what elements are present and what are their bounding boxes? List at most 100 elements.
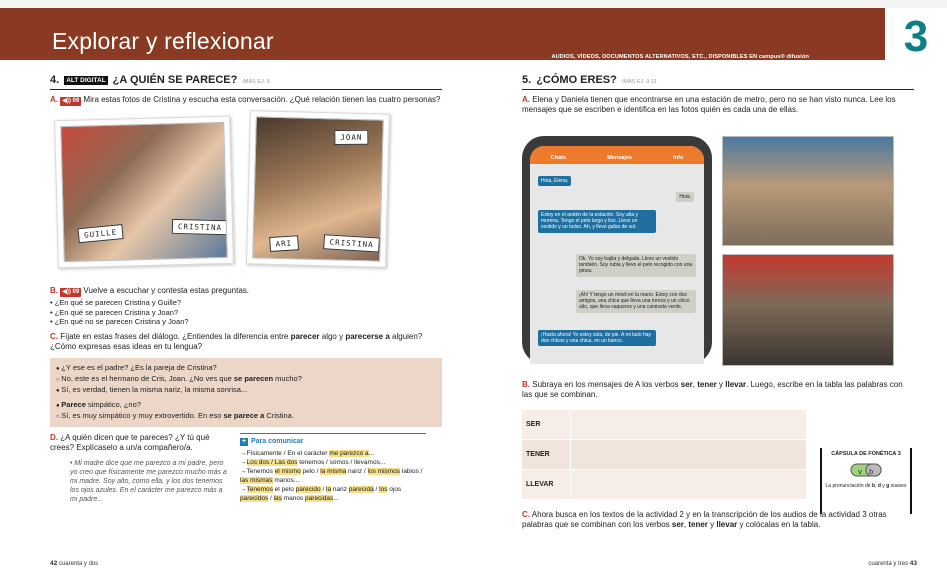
audio-track-button[interactable]: ◀)) 09	[60, 288, 82, 297]
section-title: ¿A QUIÉN SE PARECE?	[112, 74, 238, 86]
tab-chats[interactable]: Chats	[551, 155, 566, 161]
section-4: 4. ALT DIGITAL ¿A QUIÉN SE PARECE? /MÁS …	[50, 74, 442, 504]
dialogue-line: ¿Y ese es el padre? ¿Es la pareja de Cri…	[56, 363, 436, 374]
list-item: ¿En qué se parecen Cristina y Guille?	[50, 298, 442, 308]
capsule-pill-icon: v b	[849, 459, 883, 481]
chat-bubble-received: Ok. Yo soy bajita y delgada. Llevo un ve…	[576, 254, 696, 277]
dialogue-box: ¿Y ese es el padre? ¿Es la pareja de Cri…	[50, 357, 442, 427]
section-4-heading: 4. ALT DIGITAL ¿A QUIÉN SE PARECE? /MÁS …	[50, 74, 442, 90]
svg-text:v: v	[858, 468, 862, 476]
phrase-item: Físicamente / En el carácter me parezco …	[240, 449, 426, 458]
dialogue-line: No, este es el hermano de Cris, Joan. ¿N…	[56, 374, 436, 385]
photo-metro-station-2	[722, 254, 894, 366]
page-number: 43	[909, 560, 917, 567]
section-title: ¿CÓMO ERES?	[536, 74, 617, 86]
tab-info[interactable]: Info	[673, 155, 683, 161]
activity-label: B.	[50, 286, 58, 295]
audio-track-button[interactable]: ◀)) 09	[60, 97, 82, 106]
section-5-heading: 5. ¿CÓMO ERES? /MÁS EJ. 9-11	[522, 74, 914, 90]
row-label: TENER	[526, 451, 550, 458]
para-comunicar-box: +Para comunicar Físicamente / En el cará…	[240, 432, 426, 504]
name-tag-joan: JOAN	[334, 129, 369, 146]
activity-text: Mira estas fotos de Cristina y escucha e…	[83, 95, 441, 104]
name-tag-cristina: CRISTINA	[171, 218, 228, 236]
capsule-title: CÁPSULA DE FONÉTICA 3	[831, 451, 901, 457]
page-number: 42	[50, 560, 58, 567]
plus-icon: +	[240, 437, 248, 446]
family-photos: GUILLE CRISTINA JOAN ARI CRISTINA	[50, 110, 442, 284]
chat-bubble-sent: Hola, Elena.	[538, 176, 572, 187]
activity-label: C.	[50, 331, 58, 341]
activity-label: B.	[522, 380, 530, 389]
answer-cell[interactable]	[570, 410, 806, 439]
activity-4a: A. ◀)) 09 Mira estas fotos de Cristina y…	[50, 95, 442, 106]
phrase-item: Tenemos el pelo parecido / la nariz pare…	[240, 485, 426, 503]
dialogue-line: Parece simpático, ¿no?	[56, 400, 436, 411]
chat-tab-bar: Chats Mensajes Info	[530, 146, 704, 164]
list-item: ¿En qué se parecen Cristina y Joan?	[50, 308, 442, 318]
sample-answer: Mi madre dice que me parezco a mi padre,…	[50, 459, 230, 504]
table-row: TENER	[522, 440, 806, 470]
activity-label: D.	[50, 432, 58, 442]
phone-mockup: Chats Mensajes Info Hola, Elena. Hola. E…	[522, 136, 712, 364]
answer-cell[interactable]	[570, 470, 806, 499]
page-number-words: cuarenta y tres	[868, 561, 909, 567]
exercise-ref: /MÁS EJ. 8	[242, 79, 270, 85]
alt-digital-badge: ALT DIGITAL	[64, 76, 108, 85]
exercise-ref: /MÁS EJ. 9-11	[621, 79, 657, 85]
name-tag-ari: ARI	[269, 235, 299, 252]
activity-label: A.	[522, 95, 530, 104]
name-tag-guille: GUILLE	[77, 224, 124, 244]
activity-4d-row: D. ¿A quién dicen que te pareces? ¿Y tú …	[50, 432, 442, 504]
activity-text: algo y	[319, 331, 346, 341]
question-list: ¿En qué se parecen Cristina y Guille? ¿E…	[50, 298, 442, 327]
keyword: parecerse a	[345, 331, 390, 341]
activity-4d: D. ¿A quién dicen que te pareces? ¿Y tú …	[50, 433, 230, 504]
activity-text: Vuelve a escuchar y contesta estas pregu…	[83, 286, 249, 295]
row-label: SER	[526, 421, 541, 428]
section-5: 5. ¿CÓMO ERES? /MÁS EJ. 9-11 A. Elena y …	[522, 74, 914, 544]
phrase-item: Tenemos el mismo pelo / la misma nariz /…	[240, 467, 426, 485]
unit-number: 3	[903, 12, 929, 61]
footer-left: 42 cuarenta y dos	[50, 560, 98, 567]
chat-bubble-received: ¡Ah! Y tengo un móvil en la mano. Estoy …	[576, 290, 696, 313]
answer-cell[interactable]	[570, 440, 806, 469]
chat-bubble-sent: Estoy en el andén de la estación. Soy al…	[538, 210, 656, 233]
tab-mensajes[interactable]: Mensajes	[607, 155, 632, 161]
keyword: parecer	[290, 331, 320, 341]
phonetics-capsule[interactable]: CÁPSULA DE FONÉTICA 3 v b La pronunciaci…	[820, 448, 912, 514]
chat-bubble-received: Hola.	[676, 192, 694, 203]
table-row: LLEVAR	[522, 470, 806, 500]
row-label: LLEVAR	[526, 481, 554, 488]
activity-5c: C. Ahora busca en los textos de la activ…	[522, 510, 887, 529]
phone-screen: Chats Mensajes Info Hola, Elena. Hola. E…	[530, 146, 704, 364]
top-strip	[0, 0, 947, 8]
table-row: SER	[522, 410, 806, 440]
activity-label: C.	[522, 510, 530, 519]
verb-table: SER TENER LLEVAR	[522, 410, 806, 500]
page-number-words: cuarenta y dos	[58, 561, 99, 567]
footer-right: cuarenta y tres 43	[868, 560, 917, 567]
photo-metro-station-1	[722, 136, 894, 246]
capsule-subtitle: La pronunciación de b, d y g suaves	[825, 483, 907, 489]
section-number: 4.	[50, 74, 60, 86]
activity-4b: B. ◀)) 09 Vuelve a escuchar y contesta e…	[50, 286, 442, 297]
dialogue-line: Sí, es verdad, tienen la misma nariz, la…	[56, 385, 436, 396]
list-item: ¿En qué no se parecen Cristina y Joan?	[50, 317, 442, 327]
header-band: Explorar y reflexionar AUDIOS, VÍDEOS, D…	[0, 8, 885, 60]
photo-cristina-guille: GUILLE CRISTINA	[54, 115, 234, 269]
photo-joan-ari-cristina: JOAN ARI CRISTINA	[246, 110, 390, 268]
activity-5a: A. Elena y Daniela tienen que encontrars…	[522, 95, 914, 115]
activity-text: Fíjate en estas frases del diálogo. ¿Ent…	[60, 331, 291, 341]
activity-4c: C. Fíjate en estas frases del diálogo. ¿…	[50, 332, 442, 352]
activity-label: A.	[50, 95, 58, 104]
chat-bubble-sent: ¡Hasta ahora! Yo estoy sola, de pie. A m…	[538, 330, 656, 347]
resources-note: AUDIOS, VÍDEOS, DOCUMENTOS ALTERNATIVOS,…	[551, 54, 809, 60]
activity-5b: B. Subraya en los mensajes de A los verb…	[522, 380, 903, 399]
activity-text: Elena y Daniela tienen que encontrarse e…	[522, 95, 896, 114]
phrase-item: Los dos / Las dos tenemos / somos / llev…	[240, 458, 426, 467]
name-tag-cristina-2: CRISTINA	[323, 234, 381, 253]
activity-text: ¿A quién dicen que te pareces? ¿Y tú qué…	[50, 432, 210, 452]
page-title: Explorar y reflexionar	[52, 28, 274, 54]
box-title: Para comunicar	[251, 437, 304, 445]
